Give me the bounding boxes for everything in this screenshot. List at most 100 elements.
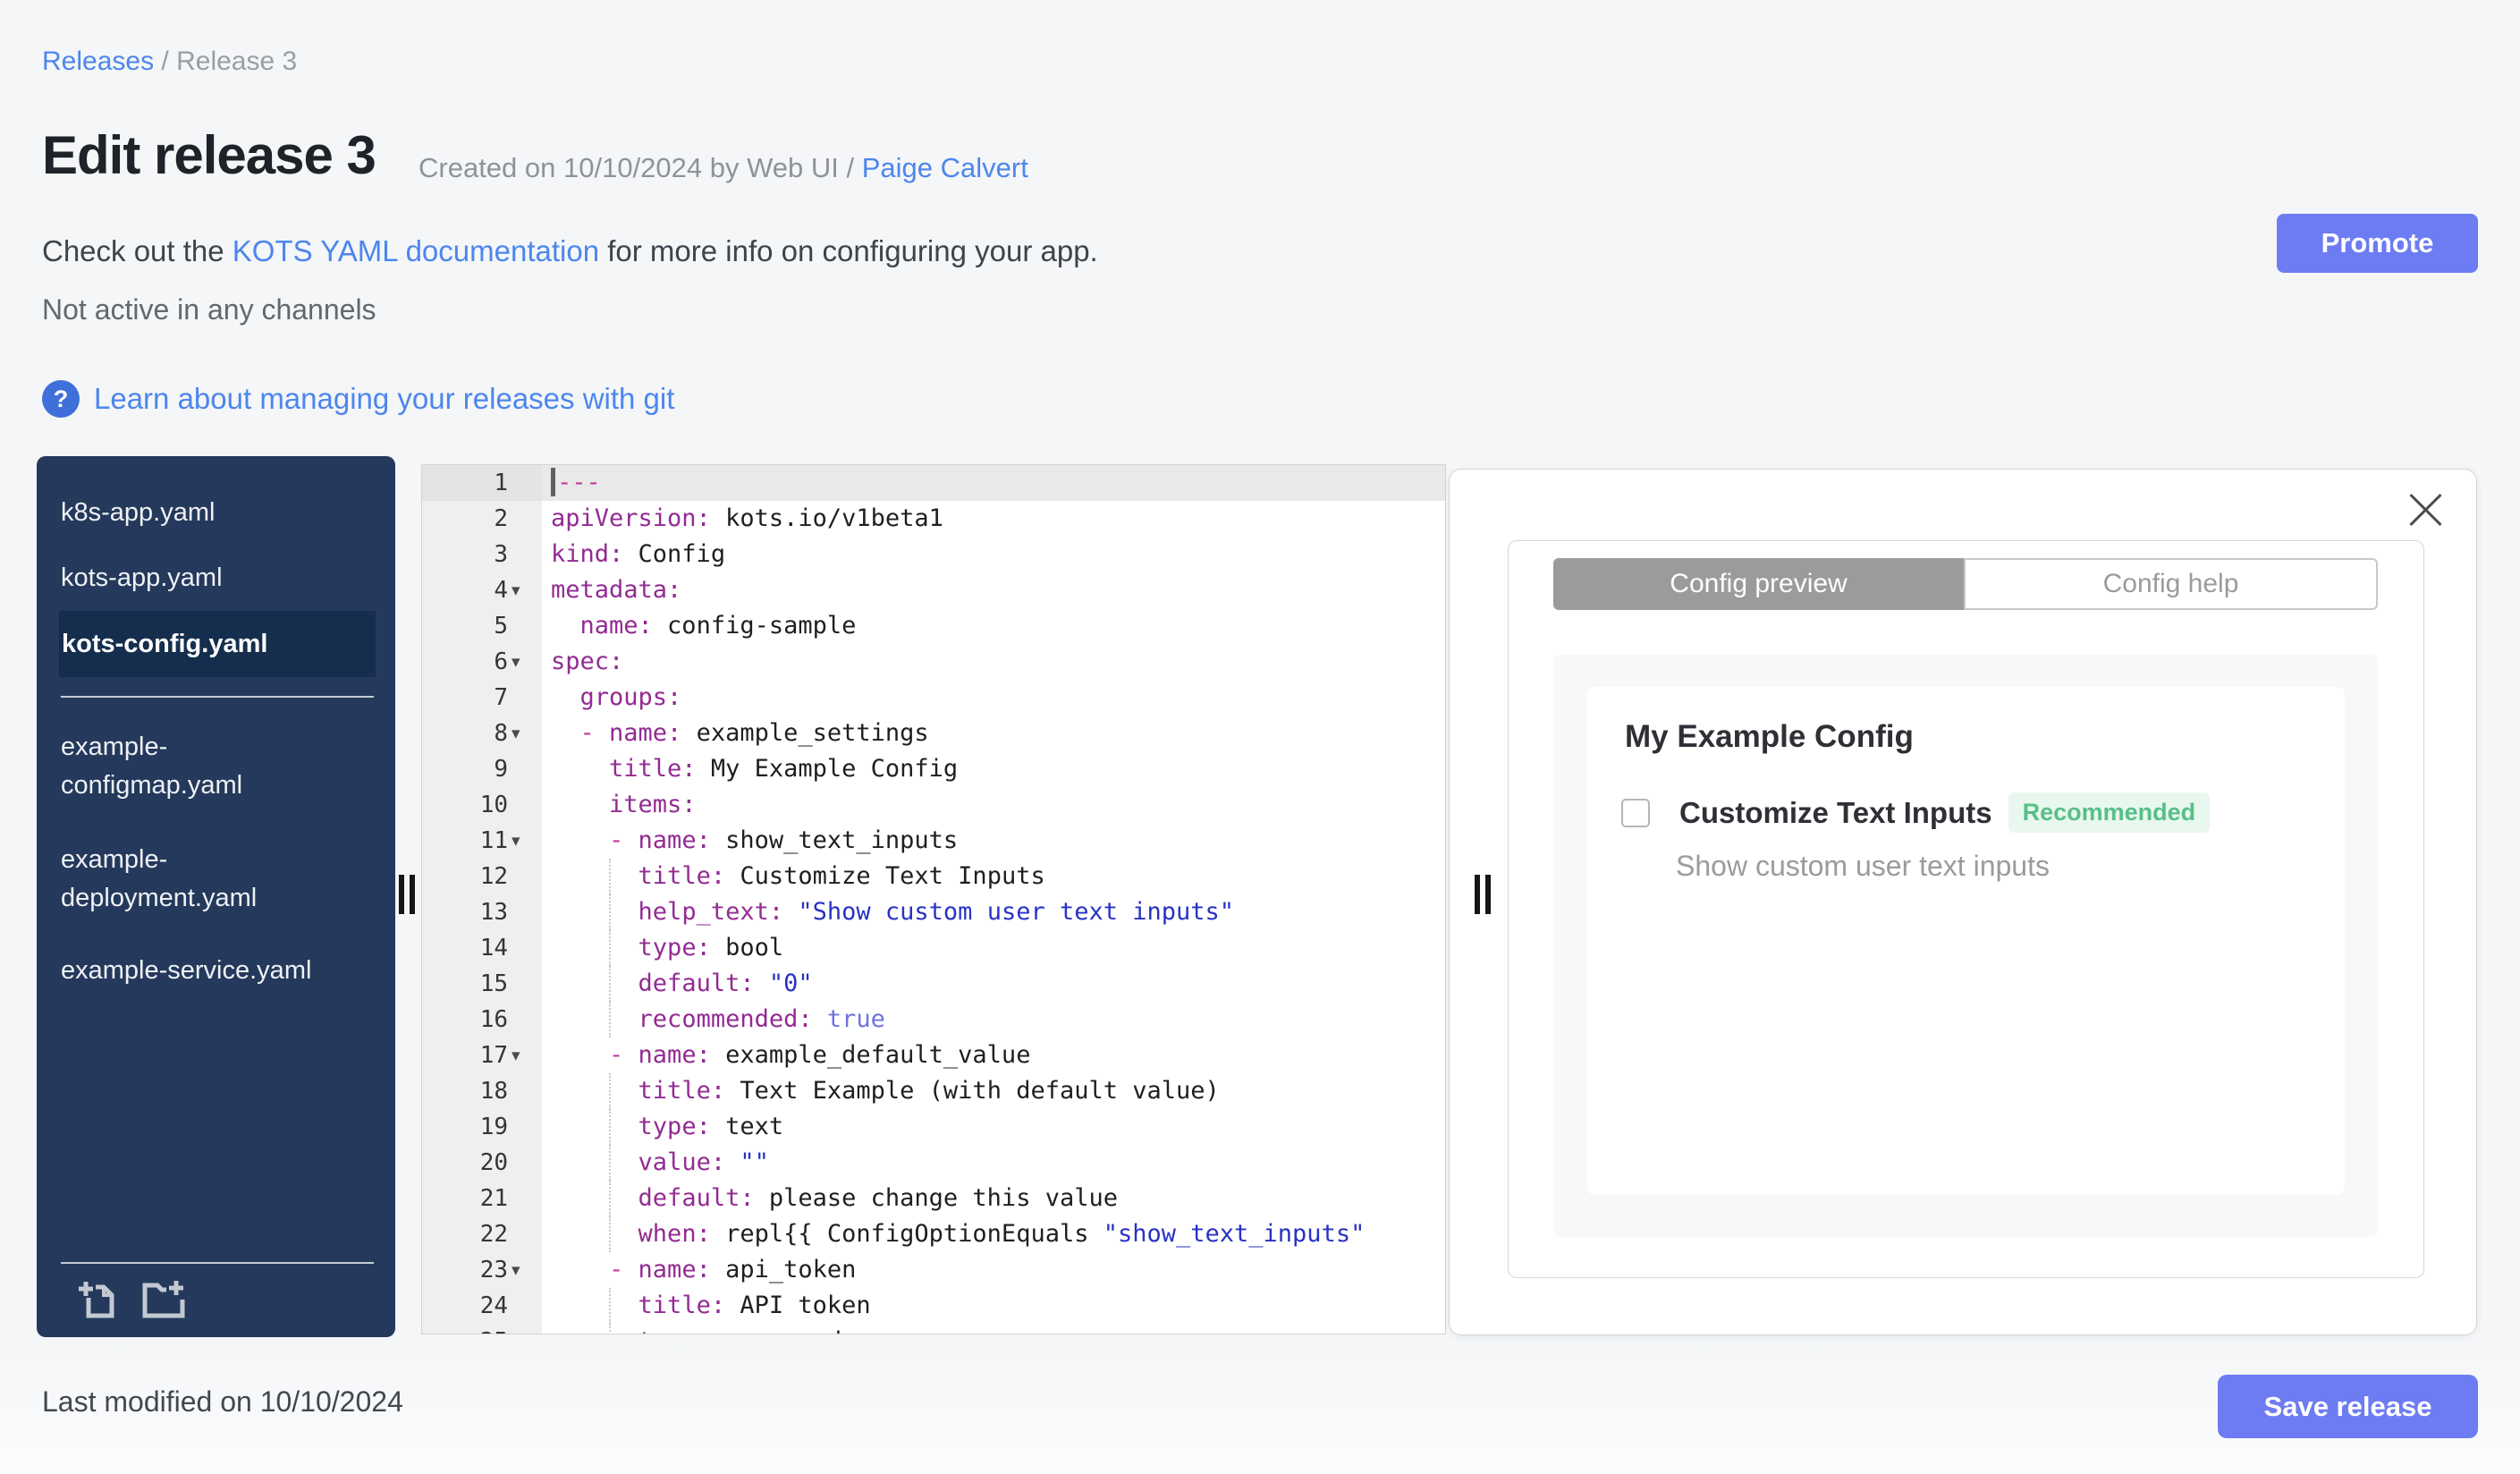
sidebar-divider-top [61,696,374,698]
code-line-24[interactable]: 24 title: API token [422,1288,1445,1324]
last-modified-text: Last modified on 10/10/2024 [42,1385,403,1418]
code-line-10[interactable]: 10 items: [422,787,1445,823]
code-line-25[interactable]: 25 type: password [422,1324,1445,1334]
line-number: 15 [479,970,508,997]
fold-arrow-icon[interactable]: ▾ [508,644,542,680]
yaml-editor[interactable]: 1 --- 2 apiVersion: kots.io/v1beta1 3 kind: C… [421,464,1446,1334]
fold-arrow-icon[interactable]: ▾ [508,823,542,859]
file-item-example-deployment.yaml[interactable]: example-deployment.yaml [61,841,329,918]
code-line-6[interactable]: 6 ▾ spec: [422,644,1445,680]
config-group-card: My Example Config Customize Text Inputs … [1587,687,2345,1195]
close-button[interactable] [2409,488,2442,527]
fold-arrow-icon[interactable]: ▾ [508,1038,542,1073]
line-number: 22 [479,1221,508,1248]
code-line-14[interactable]: 14 type: bool [422,930,1445,966]
breadcrumb-separator: / [154,47,177,76]
git-help-row: ? Learn about managing your releases wit… [42,379,674,419]
code-line-11[interactable]: 11 ▾ - name: show_text_inputs [422,823,1445,859]
line-number: 18 [479,1078,508,1105]
code-line-4[interactable]: 4 ▾ metadata: [422,572,1445,608]
code-line-16[interactable]: 16 recommended: true [422,1002,1445,1038]
recommended-badge: Recommended [2008,792,2211,833]
git-help-link[interactable]: Learn about managing your releases with … [94,382,674,416]
doc-hint-suffix: for more info on configuring your app. [599,234,1098,267]
code-line-18[interactable]: 18 title: Text Example (with default val… [422,1073,1445,1109]
file-item-kots-app.yaml[interactable]: kots-app.yaml [61,559,329,597]
save-release-button[interactable]: Save release [2218,1375,2478,1438]
line-number: 20 [479,1149,508,1176]
created-by-link[interactable]: Paige Calvert [862,152,1028,183]
code-line-23[interactable]: 23 ▾ - name: api_token [422,1252,1445,1288]
breadcrumb-releases-link[interactable]: Releases [42,47,154,76]
code-line-15[interactable]: 15 default: "0" [422,966,1445,1002]
promote-button[interactable]: Promote [2277,214,2478,273]
created-text: Created on 10/10/2024 by Web UI / [419,152,862,183]
line-number: 24 [479,1292,508,1319]
code-line-12[interactable]: 12 title: Customize Text Inputs [422,859,1445,894]
indent-guide [609,894,611,930]
customize-text-inputs-checkbox[interactable] [1621,798,1650,827]
resize-handle-right[interactable] [1475,875,1491,914]
config-group-title: My Example Config [1625,719,1914,754]
tab-config-help[interactable]: Config help [1964,558,2378,610]
tab-config-preview[interactable]: Config preview [1553,558,1964,610]
code-line-3[interactable]: 3 kind: Config [422,537,1445,572]
indent-guide [609,930,611,966]
file-item-kots-config.yaml[interactable]: kots-config.yaml [59,611,376,677]
fold-arrow-icon[interactable]: ▾ [508,1252,542,1288]
code-lines: 1 --- 2 apiVersion: kots.io/v1beta1 3 kind: C… [422,465,1445,1334]
file-item-example-configmap.yaml[interactable]: example-configmap.yaml [61,728,329,805]
text-cursor [551,467,555,496]
kots-yaml-doc-link[interactable]: KOTS YAML documentation [233,234,599,267]
question-icon: ? [42,380,80,418]
line-number: 13 [479,899,508,926]
line-number: 6 [494,648,508,675]
line-number: 19 [479,1114,508,1140]
file-item-example-service.yaml[interactable]: example-service.yaml [61,952,329,990]
add-file-icon [79,1282,114,1318]
code-line-13[interactable]: 13 help_text: "Show custom user text inp… [422,894,1445,930]
fold-arrow-icon[interactable]: ▾ [508,572,542,608]
code-line-19[interactable]: 19 type: text [422,1109,1445,1145]
page-title: Edit release 3 [42,125,376,185]
indent-guide [609,1216,611,1252]
code-line-20[interactable]: 20 value: "" [422,1145,1445,1181]
app-root: Releases / Release 3 Edit release 3 Crea… [0,0,2520,1474]
code-line-17[interactable]: 17 ▾ - name: example_default_value [422,1038,1445,1073]
doc-hint-line: Check out the KOTS YAML documentation fo… [42,234,1098,268]
breadcrumb: Releases / Release 3 [42,47,297,77]
line-number: 10 [479,792,508,818]
code-line-8[interactable]: 8 ▾ - name: example_settings [422,716,1445,751]
code-line-7[interactable]: 7 groups: [422,680,1445,716]
fold-arrow-icon[interactable]: ▾ [508,716,542,751]
line-number: 8 [494,720,508,747]
add-folder-button[interactable] [140,1278,188,1323]
resize-handle-left[interactable] [399,875,415,914]
line-number: 5 [494,613,508,640]
indent-guide [609,1145,611,1181]
line-number: 16 [479,1006,508,1033]
code-line-2[interactable]: 2 apiVersion: kots.io/v1beta1 [422,501,1445,537]
line-number: 3 [494,541,508,568]
config-item-row: Customize Text Inputs Recommended [1621,792,2211,833]
file-item-k8s-app.yaml[interactable]: k8s-app.yaml [61,494,329,532]
add-file-button[interactable] [75,1278,120,1323]
line-number: 25 [422,1324,508,1334]
line-number: 1 [494,470,508,496]
code-line-1[interactable]: 1 --- [422,465,1445,501]
add-folder-icon [142,1281,185,1318]
code-line-22[interactable]: 22 when: repl{{ ConfigOptionEquals "show… [422,1216,1445,1252]
code-line-21[interactable]: 21 default: please change this value [422,1181,1445,1216]
indent-guide [609,1288,611,1324]
code-line-9[interactable]: 9 title: My Example Config [422,751,1445,787]
code-line-5[interactable]: 5 name: config-sample [422,608,1445,644]
